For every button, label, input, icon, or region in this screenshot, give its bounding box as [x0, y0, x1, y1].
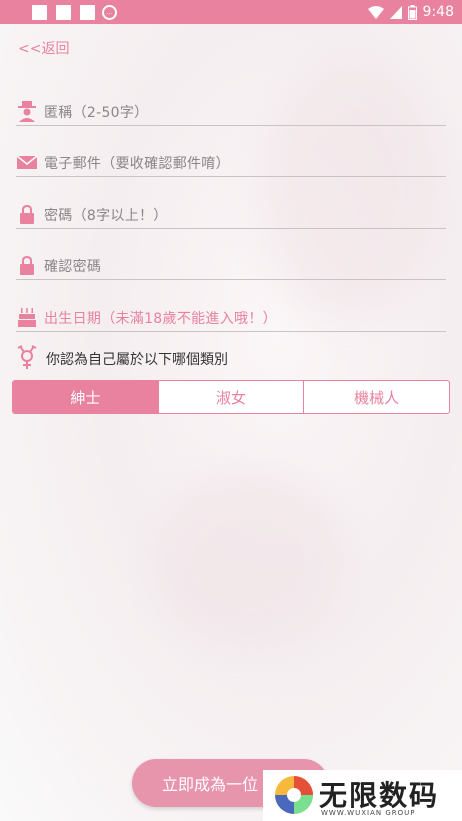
gender-option-robot[interactable]: 機械人: [304, 381, 449, 413]
notification-icon: [80, 5, 95, 20]
mail-icon: [16, 155, 38, 169]
birthday-field[interactable]: 出生日期（未滿18歲不能進入哦！）: [16, 302, 446, 332]
battery-icon: [407, 4, 417, 20]
wifi-icon: [367, 5, 384, 19]
notification-icon: [56, 5, 71, 20]
lock-icon: [20, 204, 34, 224]
gender-question: 你認為自己屬於以下哪個類別: [46, 352, 228, 368]
gender-icon: [17, 345, 37, 369]
back-link[interactable]: <<返回: [18, 38, 69, 58]
gender-option-gentleman[interactable]: 紳士: [13, 381, 159, 413]
lock-icon: [20, 255, 34, 275]
password-placeholder: 密碼（8字以上！）: [44, 208, 168, 224]
app-notification-icon: ...: [102, 5, 117, 20]
status-time: 9:48: [422, 4, 454, 20]
signal-icon: [389, 5, 402, 19]
watermark: 无限数码 WWW.WUXIAN GROUP: [263, 770, 462, 821]
notification-icon: [32, 5, 47, 20]
user-hat-icon: [18, 101, 36, 122]
watermark-title: 无限数码: [319, 779, 440, 812]
gender-selector: 紳士 淑女 機械人: [12, 380, 450, 414]
confirm-password-placeholder: 確認密碼: [44, 259, 102, 275]
status-bar: ... 9:48: [0, 0, 462, 24]
watermark-logo: [275, 776, 313, 814]
email-field[interactable]: 電子郵件（要收確認郵件唷）: [16, 147, 446, 177]
gender-option-lady[interactable]: 淑女: [159, 381, 305, 413]
password-field[interactable]: 密碼（8字以上！）: [16, 199, 446, 229]
background-blur: [150, 470, 350, 650]
confirm-password-field[interactable]: 確認密碼: [16, 250, 446, 280]
email-placeholder: 電子郵件（要收確認郵件唷）: [44, 156, 230, 172]
status-icons: 9:48: [367, 0, 454, 24]
nickname-field[interactable]: 匿稱（2-50字）: [16, 96, 446, 126]
nickname-placeholder: 匿稱（2-50字）: [44, 105, 149, 121]
cake-icon: [18, 308, 36, 327]
birthday-placeholder: 出生日期（未滿18歲不能進入哦！）: [44, 311, 277, 327]
watermark-subtitle: WWW.WUXIAN GROUP: [321, 809, 416, 817]
